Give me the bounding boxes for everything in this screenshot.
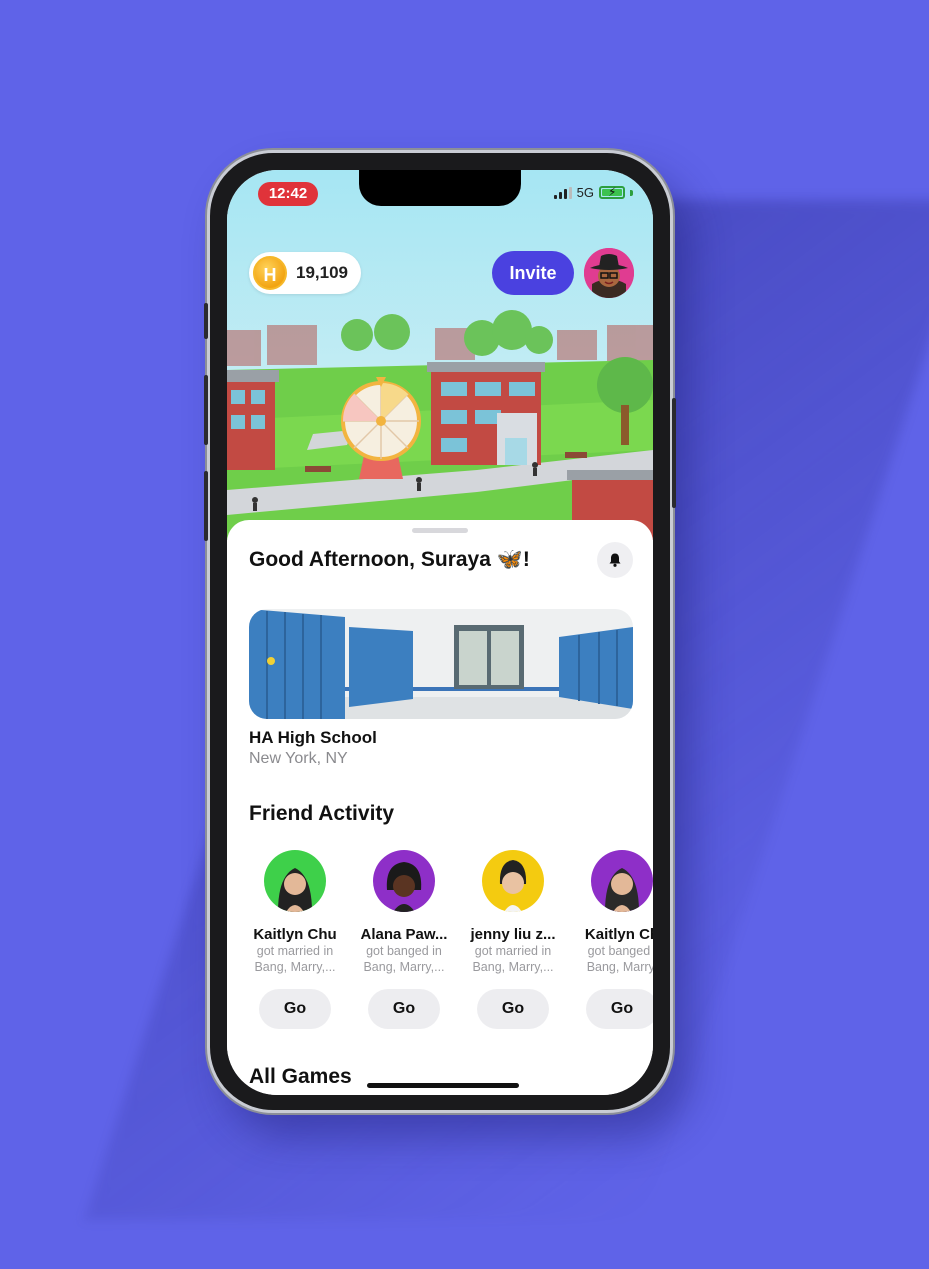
- status-time: 12:42: [258, 182, 318, 206]
- friend-avatar[interactable]: [264, 850, 326, 912]
- status-icons: 5G ⚡: [553, 185, 633, 200]
- go-button[interactable]: Go: [586, 989, 653, 1029]
- greeting-title: Good Afternoon, Suraya 🦋!: [249, 548, 530, 571]
- friend-avatar[interactable]: [591, 850, 653, 912]
- volume-up-button: [204, 375, 208, 445]
- friend-avatar[interactable]: [482, 850, 544, 912]
- friend-game: Bang, Marry,...: [363, 960, 445, 974]
- go-button[interactable]: Go: [477, 989, 549, 1029]
- coin-icon: H: [253, 256, 287, 290]
- friend-game: Bang, Marry,: [586, 960, 653, 974]
- network-label: 5G: [576, 185, 594, 200]
- friend-card[interactable]: Kaitlyn Chu got married in Bang, Marry,.…: [243, 850, 347, 1029]
- sheet-grabber[interactable]: [412, 528, 468, 533]
- battery-charging-icon: ⚡: [599, 185, 625, 199]
- go-button[interactable]: Go: [368, 989, 440, 1029]
- profile-avatar[interactable]: [584, 248, 634, 298]
- friend-name: jenny liu z...: [470, 926, 556, 943]
- battery-cap: [630, 189, 633, 196]
- friend-card[interactable]: jenny liu z... got married in Bang, Marr…: [461, 850, 565, 1029]
- school-location: New York, NY: [249, 750, 348, 767]
- friend-game: Bang, Marry,...: [472, 960, 554, 974]
- school-name: HA High School: [249, 728, 377, 747]
- friend-avatar[interactable]: [373, 850, 435, 912]
- friend-name: Kaitlyn Chu: [253, 926, 337, 943]
- signal-icon: [553, 186, 572, 199]
- campus-scene[interactable]: [227, 170, 653, 540]
- friend-card[interactable]: Alana Paw... got banged in Bang, Marry,.…: [352, 850, 456, 1029]
- bell-icon: [609, 553, 621, 567]
- friend-name: Kaitlyn Ch: [584, 926, 653, 943]
- home-sheet[interactable]: Good Afternoon, Suraya 🦋! HA High School…: [227, 520, 653, 1095]
- invite-button[interactable]: Invite: [492, 251, 574, 295]
- mute-switch: [204, 303, 208, 339]
- notch: [359, 170, 521, 206]
- phone-screen: 12:42 5G ⚡ H 19,109 Invite Good Afternoo…: [227, 170, 653, 1095]
- go-button[interactable]: Go: [259, 989, 331, 1029]
- power-button: [672, 398, 676, 508]
- coin-count: 19,109: [296, 263, 348, 282]
- notifications-button[interactable]: [597, 542, 633, 578]
- all-games-title: All Games: [249, 1065, 352, 1088]
- friend-game: Bang, Marry,...: [254, 960, 336, 974]
- coin-balance[interactable]: H 19,109: [249, 252, 361, 294]
- volume-down-button: [204, 471, 208, 541]
- friend-card[interactable]: Kaitlyn Ch got banged i Bang, Marry, Go: [570, 850, 653, 1029]
- friend-name: Alana Paw...: [360, 926, 448, 943]
- friend-activity-list[interactable]: Kaitlyn Chu got married in Bang, Marry,.…: [227, 850, 653, 1030]
- home-indicator[interactable]: [367, 1083, 519, 1088]
- friend-action: got married in: [256, 944, 334, 958]
- friend-action: got banged in: [366, 944, 442, 958]
- school-banner[interactable]: [249, 609, 633, 719]
- friend-action: got married in: [474, 944, 552, 958]
- phone-frame: 12:42 5G ⚡ H 19,109 Invite Good Afternoo…: [204, 150, 676, 1113]
- friend-action: got banged i: [587, 944, 653, 958]
- friend-activity-title: Friend Activity: [249, 802, 395, 825]
